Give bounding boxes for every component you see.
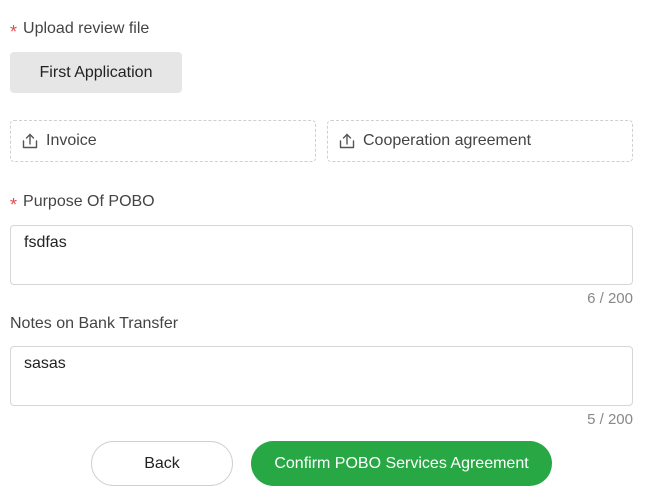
confirm-pobo-services-agreement-button[interactable]: Confirm POBO Services Agreement: [251, 441, 552, 486]
upload-icon: [21, 132, 39, 150]
upload-review-file-label: * Upload review file: [10, 20, 150, 42]
back-button[interactable]: Back: [91, 441, 233, 486]
notes-on-bank-transfer-label-text: Notes on Bank Transfer: [10, 315, 179, 332]
invoice-upload-label: Invoice: [46, 132, 97, 149]
cooperation-agreement-upload-box[interactable]: Cooperation agreement: [327, 120, 633, 162]
purpose-of-pobo-textarea[interactable]: fsdfas: [10, 225, 633, 285]
notes-on-bank-transfer-textarea[interactable]: sasas: [10, 346, 633, 406]
notes-char-counter: 5 / 200: [587, 411, 633, 428]
required-asterisk: *: [10, 195, 18, 215]
invoice-upload-box[interactable]: Invoice: [10, 120, 316, 162]
cooperation-agreement-upload-label: Cooperation agreement: [363, 132, 532, 149]
first-application-chip[interactable]: First Application: [10, 52, 182, 93]
purpose-char-counter: 6 / 200: [587, 290, 633, 307]
notes-on-bank-transfer-label: Notes on Bank Transfer: [10, 315, 178, 333]
upload-review-file-label-text: Upload review file: [23, 20, 150, 37]
required-asterisk: *: [10, 22, 18, 42]
upload-icon: [338, 132, 356, 150]
purpose-of-pobo-label: * Purpose Of POBO: [10, 193, 155, 215]
purpose-of-pobo-label-text: Purpose Of POBO: [23, 193, 155, 210]
